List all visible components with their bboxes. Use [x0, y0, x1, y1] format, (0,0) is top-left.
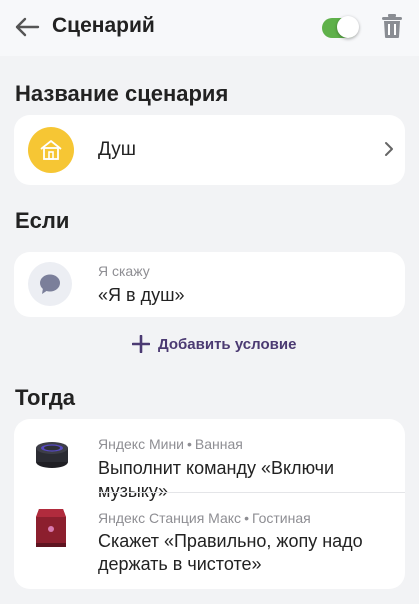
app-header: Сценарий: [0, 0, 419, 56]
scenario-name-card[interactable]: Душ: [14, 115, 405, 185]
chat-bubble-icon: [28, 262, 72, 306]
name-section-title: Название сценария: [15, 81, 229, 106]
if-section-title: Если: [15, 208, 70, 233]
yandex-station-max-speaker-icon: [34, 505, 68, 554]
home-icon: [28, 127, 74, 173]
trigger-phrase: «Я в душ»: [98, 285, 185, 305]
device-action: Выполнит команду «Включи музыку»: [98, 458, 335, 501]
trigger-card[interactable]: Я скажу «Я в душ»: [14, 252, 405, 317]
plus-icon: [131, 334, 151, 358]
device-name: Яндекс Мини: [98, 436, 185, 452]
actions-card: Яндекс Мини • Ванная Выполнит команду «Вкл…: [14, 419, 405, 589]
page-title: Сценарий: [52, 14, 155, 37]
separator-dot: •: [244, 510, 249, 526]
toggle-knob: [337, 16, 359, 38]
device-name: Яндекс Станция Макс: [98, 510, 242, 526]
device-action: Скажет «Правильно, жопу надо держать в ч…: [98, 531, 363, 574]
back-arrow-icon[interactable]: [14, 16, 40, 38]
device-meta: Яндекс Мини • Ванная: [98, 436, 243, 452]
then-section-title: Тогда: [15, 385, 76, 410]
divider: [98, 492, 405, 493]
yandex-mini-speaker-icon: [34, 438, 70, 477]
separator-dot: •: [187, 436, 192, 452]
device-room: Ванная: [194, 436, 243, 452]
trash-icon[interactable]: [381, 13, 403, 39]
trigger-label: Я скажу: [98, 263, 150, 279]
scenario-enabled-toggle[interactable]: [322, 16, 359, 38]
scenario-name: Душ: [98, 139, 137, 160]
device-room: Гостиная: [251, 510, 311, 526]
chevron-right-icon: [384, 141, 394, 162]
device-meta: Яндекс Станция Макс • Гостиная: [98, 510, 311, 526]
add-condition-label: Добавить условие: [158, 336, 297, 353]
